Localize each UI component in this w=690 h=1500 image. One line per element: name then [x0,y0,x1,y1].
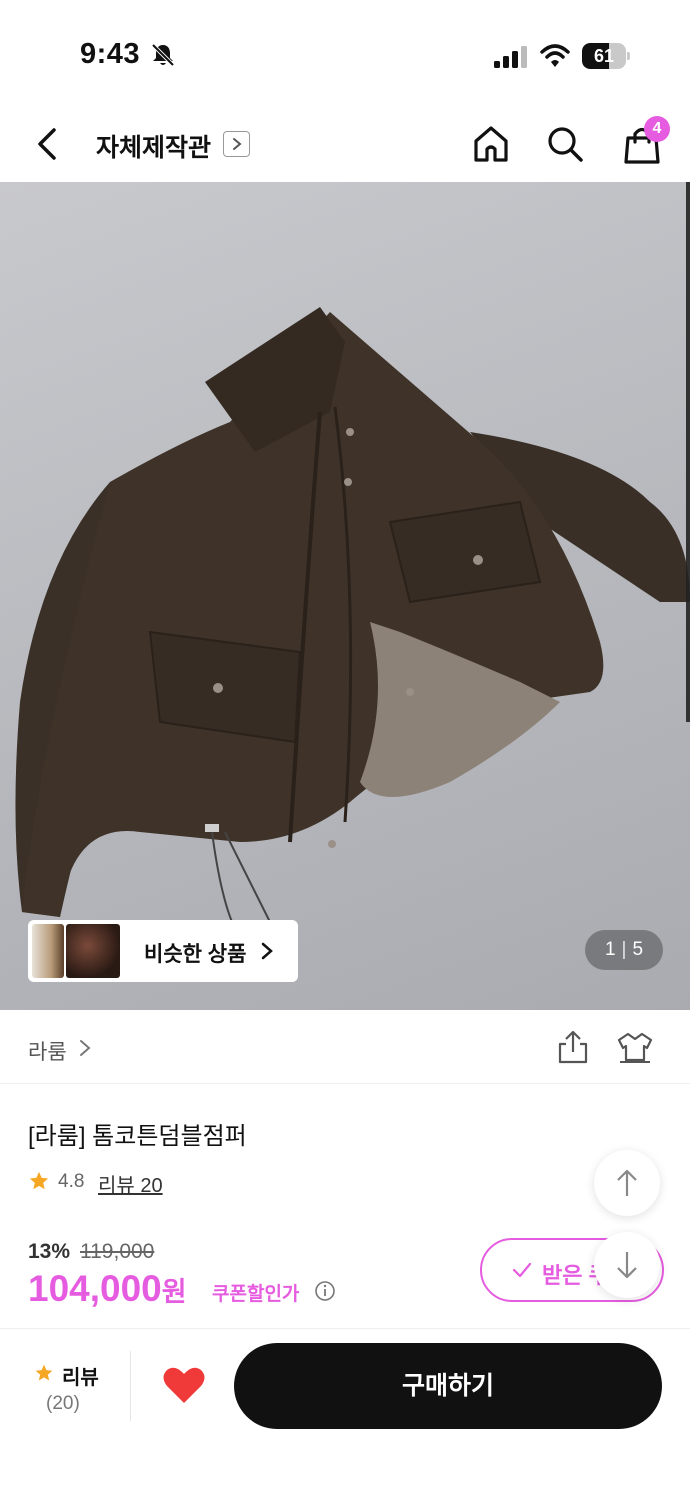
bottom-action-bar: 리뷰 (20) 구매하기 [0,1328,690,1500]
fitting-icon[interactable] [616,1030,654,1064]
product-photo [15,307,690,923]
similar-products-label: 비슷한 상품 [144,943,247,966]
sale-price-value: 104,000 [28,1268,162,1309]
check-icon [512,1262,532,1278]
arrow-down-icon [617,1252,637,1279]
battery-body: 61 [582,43,626,69]
arrow-up-icon [617,1169,637,1196]
similar-thumbnail-2 [66,924,120,978]
heart-icon[interactable] [162,1365,206,1405]
buy-button[interactable]: 구매하기 [234,1343,662,1429]
chevron-right-icon [233,138,242,150]
similar-thumbnail-1 [32,924,64,978]
status-time: 9:43 [80,38,141,70]
battery-level: 61 [593,46,615,66]
home-icon[interactable] [472,124,510,164]
top-nav: 자체제작관 4 [0,100,690,182]
discount-rate: 13% [28,1240,71,1263]
page-total: 5 [632,939,644,960]
chevron-right-icon [80,1040,91,1056]
back-icon[interactable] [30,124,64,164]
bottom-review-count: (20) [46,1393,80,1414]
image-page-indicator: 1 | 5 [585,930,663,970]
scroll-to-top-button[interactable] [594,1150,660,1216]
store-link-button[interactable] [223,131,250,157]
info-icon[interactable] [314,1280,336,1302]
bottom-review-label: 리뷰 [62,1367,99,1389]
original-price: 119,000 [80,1240,155,1263]
sale-price: 104,000원 [28,1268,187,1310]
page-current: 1 [604,939,616,960]
rating-value: 4.8 [58,1171,85,1192]
signal-icon [494,46,527,68]
product-name: [라룸] 톰코튼덤블점퍼 [28,1123,247,1150]
store-title[interactable]: 자체제작관 [96,128,211,164]
bell-slash-icon [151,43,175,67]
star-icon [29,1171,49,1190]
share-icon[interactable] [556,1030,590,1064]
chevron-right-icon [261,942,273,960]
wifi-icon [540,44,570,67]
coupon-price-label: 쿠폰할인가 [212,1284,300,1305]
brand-name-link[interactable]: 라룸 [28,1036,67,1066]
product-image-carousel[interactable]: 비슷한 상품 1 | 5 [0,182,690,1010]
similar-products-button[interactable]: 비슷한 상품 [28,920,298,982]
star-icon [35,1364,53,1381]
status-bar: 9:43 61 [0,0,690,100]
review-link[interactable]: 리뷰 20 [98,1169,163,1198]
battery-icon: 61 [582,43,630,69]
cart-count-badge: 4 [644,116,670,142]
image-scrollbar [686,182,690,722]
bottom-divider [130,1351,131,1421]
bottom-review-button[interactable]: 리뷰 (20) [34,1359,104,1429]
search-icon[interactable] [546,124,584,164]
scroll-to-bottom-button[interactable] [594,1232,660,1298]
buy-button-label: 구매하기 [401,1372,494,1400]
page-separator: | [621,939,627,960]
battery-cap [627,52,630,60]
brand-row: 라룸 [0,1010,690,1084]
sale-price-unit: 원 [161,1277,187,1307]
